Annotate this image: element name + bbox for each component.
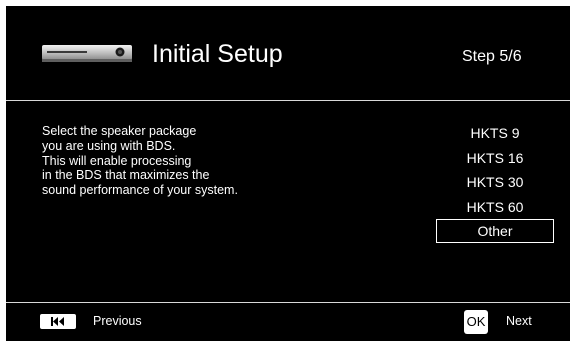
option-hkts-9[interactable]: HKTS 9	[436, 121, 554, 146]
step-indicator: Step 5/6	[462, 48, 522, 65]
instruction-text: Select the speaker package you are using…	[42, 124, 238, 198]
divider-top	[6, 100, 570, 101]
setup-screen: Initial Setup Step 5/6 Select the speake…	[6, 6, 570, 341]
instruction-line: Select the speaker package	[42, 124, 197, 138]
page-title: Initial Setup	[152, 40, 283, 68]
instruction-line: This will enable processing	[42, 153, 192, 168]
next-label[interactable]: Next	[506, 314, 532, 329]
option-hkts-30[interactable]: HKTS 30	[436, 170, 554, 195]
ok-button[interactable]: OK	[464, 310, 488, 334]
previous-label[interactable]: Previous	[93, 314, 142, 329]
header: Initial Setup Step 5/6	[6, 6, 570, 100]
option-hkts-16[interactable]: HKTS 16	[436, 146, 554, 171]
option-other[interactable]: Other	[436, 219, 554, 243]
instruction-line: you are using with BDS.	[42, 138, 176, 153]
divider-bottom	[6, 302, 570, 303]
skip-previous-icon	[51, 317, 64, 326]
option-hkts-60[interactable]: HKTS 60	[436, 195, 554, 220]
av-receiver-icon	[42, 45, 132, 62]
speaker-package-list: HKTS 9 HKTS 16 HKTS 30 HKTS 60 Other	[436, 121, 554, 243]
previous-button[interactable]	[40, 314, 76, 329]
instruction-line: in the BDS that maximizes the	[42, 168, 210, 183]
instruction-line: sound performance of your system.	[42, 183, 238, 198]
